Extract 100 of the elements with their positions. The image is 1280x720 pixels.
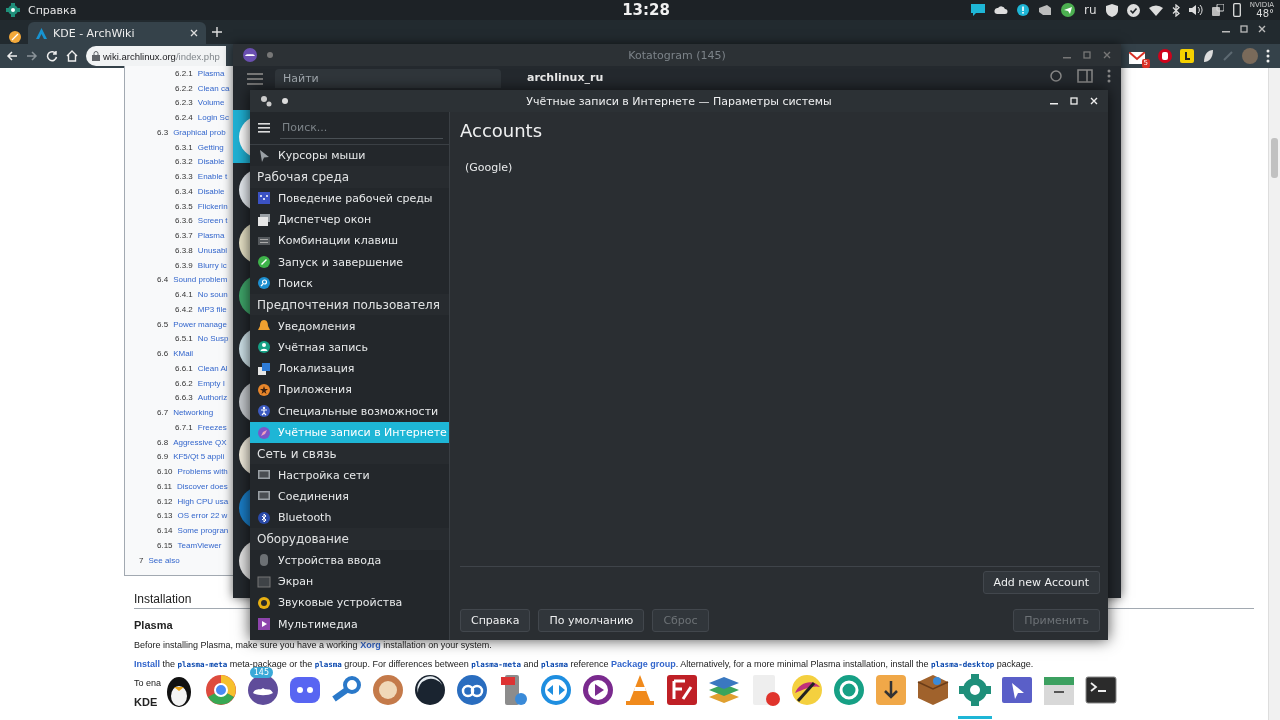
sidebar-item[interactable]: Поведение рабочей среды xyxy=(250,187,449,209)
dot-icon[interactable] xyxy=(282,98,288,104)
toc-link[interactable]: Flickerin xyxy=(197,201,228,211)
toc-link[interactable]: See also xyxy=(148,555,180,565)
section-number: 6.3.4 xyxy=(175,186,193,196)
bluetooth-icon xyxy=(257,510,271,525)
section-number: 6.4 xyxy=(157,275,169,285)
app-icon xyxy=(371,673,406,707)
link[interactable]: Install xyxy=(134,659,160,669)
toc-link[interactable]: Graphical prob xyxy=(173,127,226,137)
toc-link[interactable]: No Susp xyxy=(197,334,229,344)
dot-icon[interactable] xyxy=(267,52,273,58)
back-icon[interactable] xyxy=(6,50,18,62)
info-icon[interactable] xyxy=(1017,4,1030,16)
sidebar-item[interactable]: Специальные возможности xyxy=(250,400,449,422)
check-icon[interactable] xyxy=(1126,3,1140,17)
speaker-icon[interactable] xyxy=(1188,4,1203,16)
sidebar-item[interactable]: Приложения xyxy=(250,379,449,401)
app-icon[interactable] xyxy=(8,30,22,44)
toc-link[interactable]: Disable xyxy=(197,157,225,167)
sidebar-item[interactable]: Локализация xyxy=(250,357,449,380)
toc-link[interactable]: Screen t xyxy=(197,216,228,226)
sidebar-item[interactable]: Настройка сети xyxy=(250,464,449,486)
toc-link[interactable]: Empty I xyxy=(197,378,225,388)
toc-link[interactable]: Enable t xyxy=(197,172,228,182)
reload-icon[interactable] xyxy=(46,50,58,62)
search-icon[interactable] xyxy=(1049,69,1063,83)
toc-link[interactable]: High CPU usa xyxy=(177,496,229,506)
search-field[interactable]: Поиск... xyxy=(280,117,443,139)
phone-icon[interactable] xyxy=(1232,3,1241,17)
toc-link[interactable]: Power manage xyxy=(173,319,227,329)
toc-link[interactable]: Discover does xyxy=(177,481,228,491)
toc-link[interactable]: KF5/Qt 5 appli xyxy=(173,452,225,462)
menu-icon[interactable] xyxy=(1266,49,1270,63)
toc-link[interactable]: Some progran xyxy=(177,526,229,536)
scrollbar[interactable] xyxy=(1268,68,1280,720)
plus-icon[interactable] xyxy=(212,27,222,37)
sidebar-item[interactable]: Звуковые устройства xyxy=(250,592,449,614)
forward-icon[interactable] xyxy=(26,50,38,62)
toc-link[interactable]: No soun xyxy=(197,290,228,300)
extension-icon[interactable] xyxy=(1180,49,1194,63)
search-field[interactable]: Найти xyxy=(275,69,501,88)
toc-link[interactable]: Aggressive QX xyxy=(173,437,227,447)
send-icon[interactable] xyxy=(1061,3,1076,17)
devices-icon[interactable] xyxy=(1211,4,1224,16)
dialog-button[interactable]: По умолчанию xyxy=(538,609,645,632)
sidebar-item[interactable]: Мультимедиа xyxy=(250,613,449,635)
columns-icon[interactable] xyxy=(1077,69,1093,83)
toc-link[interactable]: Disable xyxy=(197,186,225,196)
add-account-button[interactable]: Add new Account xyxy=(982,571,1100,594)
toc-link[interactable]: MP3 file xyxy=(197,304,227,314)
sidebar-item[interactable]: Комбинации клавиш xyxy=(250,230,449,252)
toc-link[interactable]: Freezes xyxy=(197,422,227,432)
sidebar-item[interactable]: Экран xyxy=(250,570,449,593)
sidebar-item[interactable]: Устройства ввода xyxy=(250,549,449,571)
shield-icon[interactable] xyxy=(1105,3,1118,17)
sidebar-item[interactable]: Диспетчер окон xyxy=(250,208,449,231)
sidebar-item[interactable]: Курсоры мыши xyxy=(250,145,449,167)
sidebar-item[interactable]: Поиск xyxy=(250,272,449,295)
toc-link[interactable]: Problems with xyxy=(177,467,228,477)
sidebar-item[interactable]: Запуск и завершение xyxy=(250,251,449,273)
toc-link[interactable]: TeamViewer xyxy=(177,540,222,550)
maximize-icon[interactable] xyxy=(1240,25,1248,33)
clock[interactable]: 13:28 xyxy=(566,1,726,19)
sidebar-item[interactable]: Уведомления xyxy=(250,315,449,337)
bluetooth-icon[interactable] xyxy=(1171,3,1180,17)
chat-icon[interactable] xyxy=(971,4,986,16)
sidebar-item[interactable]: Bluetooth xyxy=(250,507,449,529)
more-icon[interactable] xyxy=(1107,69,1111,83)
section-number: 6.2.1 xyxy=(175,68,193,78)
dialog-button[interactable]: Справка xyxy=(460,609,531,632)
close-icon[interactable] xyxy=(1258,25,1266,33)
cloud-icon[interactable] xyxy=(994,4,1009,16)
toc-link[interactable]: Networking xyxy=(173,408,214,418)
address-bar[interactable]: wiki.archlinux.org/index.php xyxy=(86,46,226,66)
toc-link[interactable]: Authoriz xyxy=(197,393,228,403)
link[interactable]: Package group xyxy=(611,659,676,669)
toc-link[interactable]: Login Sc xyxy=(197,113,229,123)
toc-link[interactable]: Clean ca xyxy=(197,83,230,93)
section-number: 6.6.2 xyxy=(175,378,193,388)
toc-link[interactable]: Plasma xyxy=(197,68,225,78)
wifi-icon[interactable] xyxy=(1148,4,1163,16)
toc-link[interactable]: OS error 22 w xyxy=(177,511,228,521)
link[interactable]: Xorg xyxy=(360,640,381,650)
home-icon[interactable] xyxy=(66,50,78,62)
leaf-icon[interactable] xyxy=(1202,49,1214,63)
browser-tab[interactable]: KDE - ArchWiki xyxy=(28,22,206,44)
toc-link[interactable]: KMail xyxy=(173,349,194,359)
toc-link[interactable]: Plasma xyxy=(197,231,225,241)
toc-link[interactable]: Unusabl xyxy=(197,245,228,255)
sidebar-item[interactable]: Соединения xyxy=(250,485,449,508)
toc-link[interactable]: Sound problem xyxy=(173,275,228,285)
keyboard-layout[interactable]: ru xyxy=(1084,3,1097,17)
toc-link[interactable]: Volume xyxy=(197,98,225,108)
toc-link[interactable]: Clean Al xyxy=(197,363,228,373)
toc-link[interactable]: Getting xyxy=(197,142,224,152)
sidebar-item[interactable]: Учётная запись xyxy=(250,336,449,358)
menu-icon[interactable] xyxy=(258,123,270,133)
toc-link[interactable]: Blurry ic xyxy=(197,260,227,270)
account-entry[interactable]: (Google) xyxy=(465,161,1100,174)
